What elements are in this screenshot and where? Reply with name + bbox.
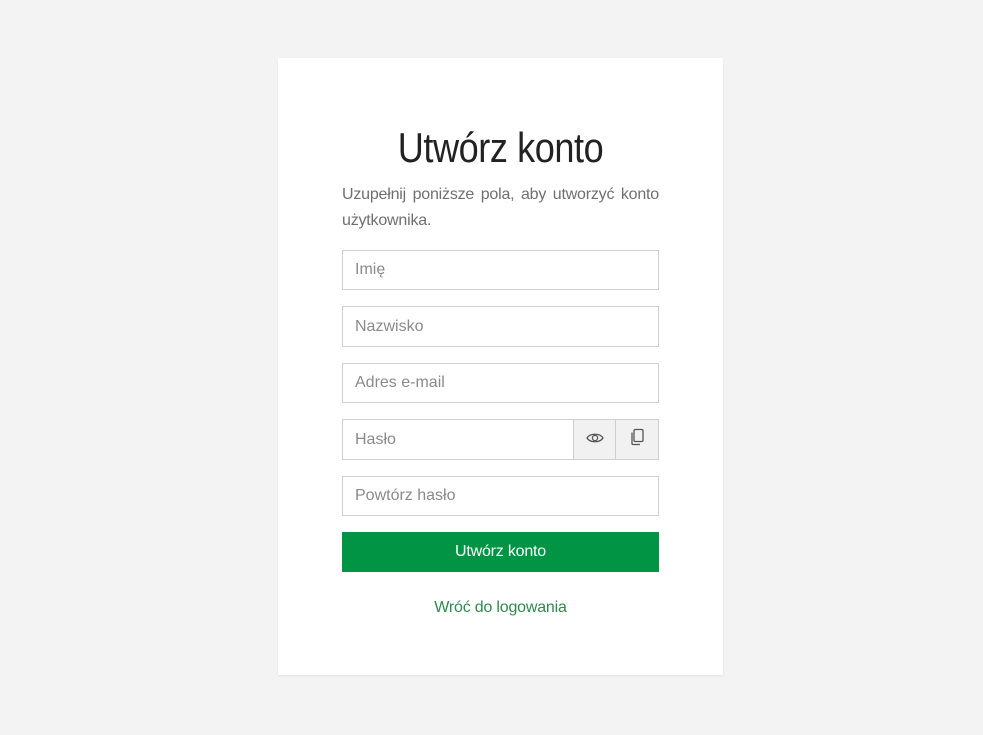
back-to-login-link[interactable]: Wróć do logowania [342, 596, 659, 620]
first-name-input[interactable] [342, 250, 659, 290]
copy-icon [629, 428, 645, 451]
register-card: Utwórz konto Uzupełnij poniższe pola, ab… [278, 58, 723, 675]
password-input[interactable] [342, 419, 574, 460]
show-password-button[interactable] [573, 419, 616, 460]
password-input-group [342, 419, 659, 460]
copy-password-button[interactable] [615, 419, 659, 460]
last-name-input[interactable] [342, 306, 659, 347]
create-account-button[interactable]: Utwórz konto [342, 532, 659, 572]
form-description: Uzupełnij poniższe pola, aby utworzyć ko… [342, 186, 659, 229]
page-title: Utwórz konto [397, 124, 604, 171]
email-input[interactable] [342, 363, 659, 403]
repeat-password-input[interactable] [342, 476, 659, 516]
eye-icon [585, 431, 604, 449]
